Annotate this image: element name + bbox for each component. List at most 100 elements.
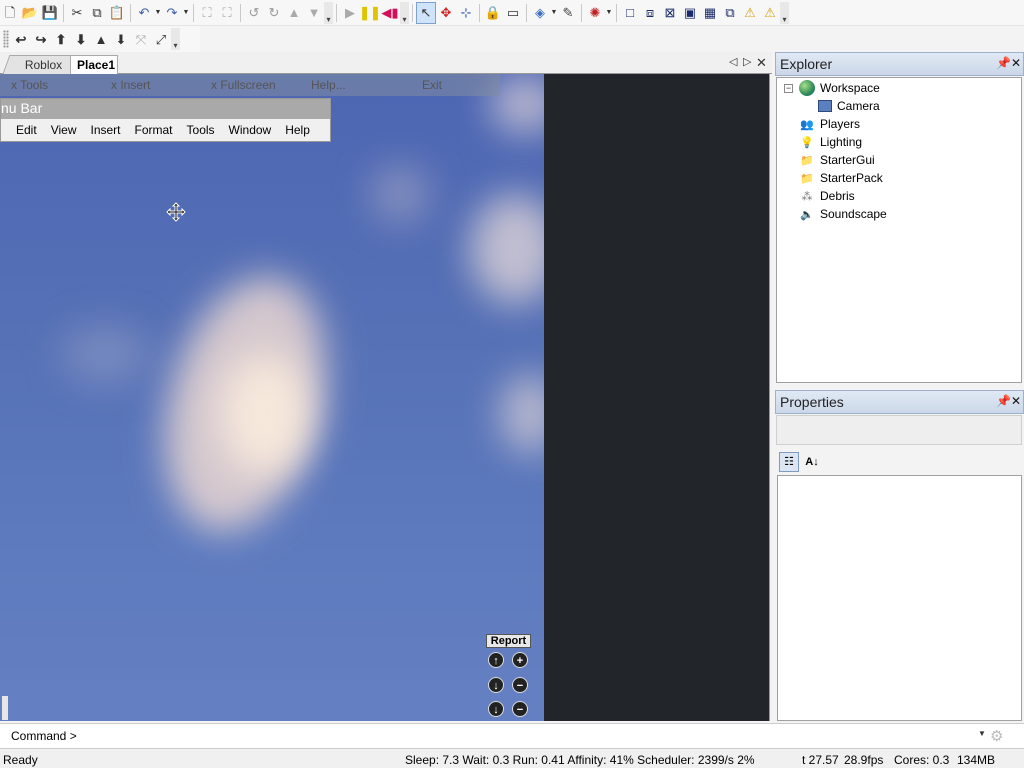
report-button[interactable]: Report <box>486 634 531 648</box>
toolbar-overflow-icon[interactable]: ▾ <box>400 1 409 24</box>
paint-dropdown-icon[interactable]: ▼ <box>550 2 558 24</box>
anchor-icon[interactable]: ▭ <box>503 2 523 24</box>
camera-up-button[interactable]: ↑ <box>488 652 504 668</box>
camera-down-button[interactable]: ↓ <box>488 677 504 693</box>
command-dropdown-icon[interactable]: ▼ <box>978 729 986 738</box>
camera-tilt-down-button[interactable]: ↓ <box>488 701 504 717</box>
pan-right-icon[interactable]: ↪ <box>31 28 51 50</box>
move-tool-icon[interactable]: ✥ <box>436 2 456 24</box>
pin-icon[interactable]: 📌 <box>996 56 1011 70</box>
tree-item-soundscape[interactable]: 🔈 Soundscape <box>799 205 887 223</box>
menu-item-help[interactable]: Help <box>278 123 317 137</box>
pin-icon[interactable]: 📌 <box>996 394 1011 408</box>
pause-icon[interactable]: ❚❚ <box>359 2 381 24</box>
tab-place1[interactable]: Place1 <box>70 55 118 74</box>
paste-icon[interactable]: 📋 <box>107 2 127 24</box>
redo-dropdown-icon[interactable]: ▼ <box>182 2 190 24</box>
glue-icon[interactable]: ⚠ <box>760 2 780 24</box>
tree-item-debris[interactable]: ⁂ Debris <box>799 187 855 205</box>
ungroup-icon[interactable]: ⛶ <box>217 2 237 24</box>
tree-item-starterpack[interactable]: 📁 StarterPack <box>799 169 883 187</box>
menu-item-format[interactable]: Format <box>128 123 180 137</box>
camera-in-icon[interactable]: ▲ <box>91 28 111 50</box>
joint-icon[interactable]: ✺ <box>585 2 605 24</box>
gui-exit-button[interactable]: Exit <box>422 78 442 92</box>
gui-fullscreen-button[interactable]: x Fullscreen <box>211 78 276 92</box>
surface-icon[interactable]: □ <box>620 2 640 24</box>
tree-item-label: StarterGui <box>820 153 875 167</box>
surface6-icon[interactable]: ⧉ <box>720 2 740 24</box>
viewport-scroll-handle[interactable] <box>2 696 8 720</box>
undo-dropdown-icon[interactable]: ▼ <box>154 2 162 24</box>
toolbar-overflow-icon[interactable]: ▾ <box>324 1 333 24</box>
move-up-icon[interactable]: ▲ <box>284 2 304 24</box>
menu-bar-panel: nu Bar Edit View Insert Format Tools Win… <box>0 98 331 142</box>
rotate-right-icon[interactable]: ↻ <box>264 2 284 24</box>
zoom-extents-icon[interactable]: ⤧ <box>131 28 151 50</box>
tree-item-startergui[interactable]: 📁 StarterGui <box>799 151 875 169</box>
close-icon[interactable]: ✕ <box>1011 394 1021 408</box>
camera-out-icon[interactable]: ⬇ <box>111 28 131 50</box>
weld-icon[interactable]: ⚠ <box>740 2 760 24</box>
tree-item-camera[interactable]: Camera <box>818 97 880 115</box>
gui-help-button[interactable]: Help... <box>311 78 346 92</box>
tree-item-workspace[interactable]: Workspace <box>799 79 880 97</box>
tab-place1-label: Place1 <box>77 58 116 72</box>
menu-item-edit[interactable]: Edit <box>9 123 44 137</box>
surface3-icon[interactable]: ⊠ <box>660 2 680 24</box>
redo-icon[interactable]: ↷ <box>162 2 182 24</box>
cut-icon[interactable]: ✂ <box>67 2 87 24</box>
gui-insert-button[interactable]: x Insert <box>111 78 150 92</box>
select-tool-icon[interactable]: ↖ <box>416 1 436 24</box>
play-icon[interactable]: ▶ <box>340 2 360 24</box>
sort-alphabetical-icon[interactable]: A↓ <box>802 452 822 472</box>
menu-item-tools[interactable]: Tools <box>180 123 222 137</box>
gui-tools-button[interactable]: x Tools <box>11 78 48 92</box>
pan-left-icon[interactable]: ↩ <box>11 28 31 50</box>
zoom-out-button[interactable]: − <box>512 677 528 693</box>
surface2-icon[interactable]: ⧈ <box>640 2 660 24</box>
group-icon[interactable]: ⛶ <box>197 2 217 24</box>
categorized-icon[interactable]: ☷ <box>779 451 799 472</box>
resize-tool-icon[interactable]: ⊹ <box>456 2 476 24</box>
properties-search-area[interactable] <box>776 415 1022 445</box>
paint-bucket-icon[interactable]: ◈ <box>530 2 550 24</box>
command-input[interactable] <box>82 727 978 745</box>
surface4-icon[interactable]: ▣ <box>680 2 700 24</box>
menu-item-view[interactable]: View <box>44 123 84 137</box>
menu-item-insert[interactable]: Insert <box>83 123 127 137</box>
tree-item-players[interactable]: 👥 Players <box>799 115 860 133</box>
camera-up-icon[interactable]: ⬆ <box>51 28 71 50</box>
fullscreen-icon[interactable]: ⤢ <box>151 28 171 50</box>
tree-item-label: Lighting <box>820 135 863 149</box>
copy-icon[interactable]: ⧉ <box>87 2 107 24</box>
tab-scroll-left-icon[interactable]: ◁ <box>729 55 737 68</box>
save-icon[interactable]: 💾 <box>40 2 60 24</box>
camera-down-icon[interactable]: ⬇ <box>71 28 91 50</box>
menu-item-window[interactable]: Window <box>222 123 279 137</box>
close-icon[interactable]: ✕ <box>1011 56 1021 70</box>
tab-roblox[interactable]: Roblox <box>2 55 80 74</box>
new-file-icon[interactable]: 🗋 <box>0 2 20 24</box>
reset-icon[interactable]: ◀▮ <box>380 2 400 24</box>
toolbar-overflow-icon[interactable]: ▾ <box>171 28 180 50</box>
move-down-icon[interactable]: ▼ <box>304 2 324 24</box>
toolbar-grip[interactable] <box>3 30 9 48</box>
lock-icon[interactable]: 🔒 <box>483 2 503 24</box>
open-folder-icon[interactable]: 📂 <box>20 2 40 24</box>
toolbar-separator <box>130 3 131 22</box>
undo-icon[interactable]: ↶ <box>134 2 154 24</box>
tree-item-lighting[interactable]: 💡 Lighting <box>799 133 862 151</box>
zoom-out-button-2[interactable]: − <box>512 701 528 717</box>
tab-scroll-right-icon[interactable]: ▷ <box>743 55 751 68</box>
toolbar-overflow-icon[interactable]: ▾ <box>780 1 789 24</box>
joint-dropdown-icon[interactable]: ▼ <box>605 2 613 24</box>
game-viewport[interactable]: x Tools x Insert x Fullscreen Help... Ex… <box>0 74 770 721</box>
zoom-in-button[interactable]: + <box>512 652 528 668</box>
tab-close-icon[interactable]: ✕ <box>756 55 767 71</box>
tree-collapse-icon[interactable]: − <box>784 84 793 93</box>
gear-icon[interactable]: ⚙ <box>990 727 1003 745</box>
rotate-left-icon[interactable]: ↺ <box>244 2 264 24</box>
dropper-icon[interactable]: ✎ <box>558 2 578 24</box>
surface5-icon[interactable]: ▦ <box>700 2 720 24</box>
